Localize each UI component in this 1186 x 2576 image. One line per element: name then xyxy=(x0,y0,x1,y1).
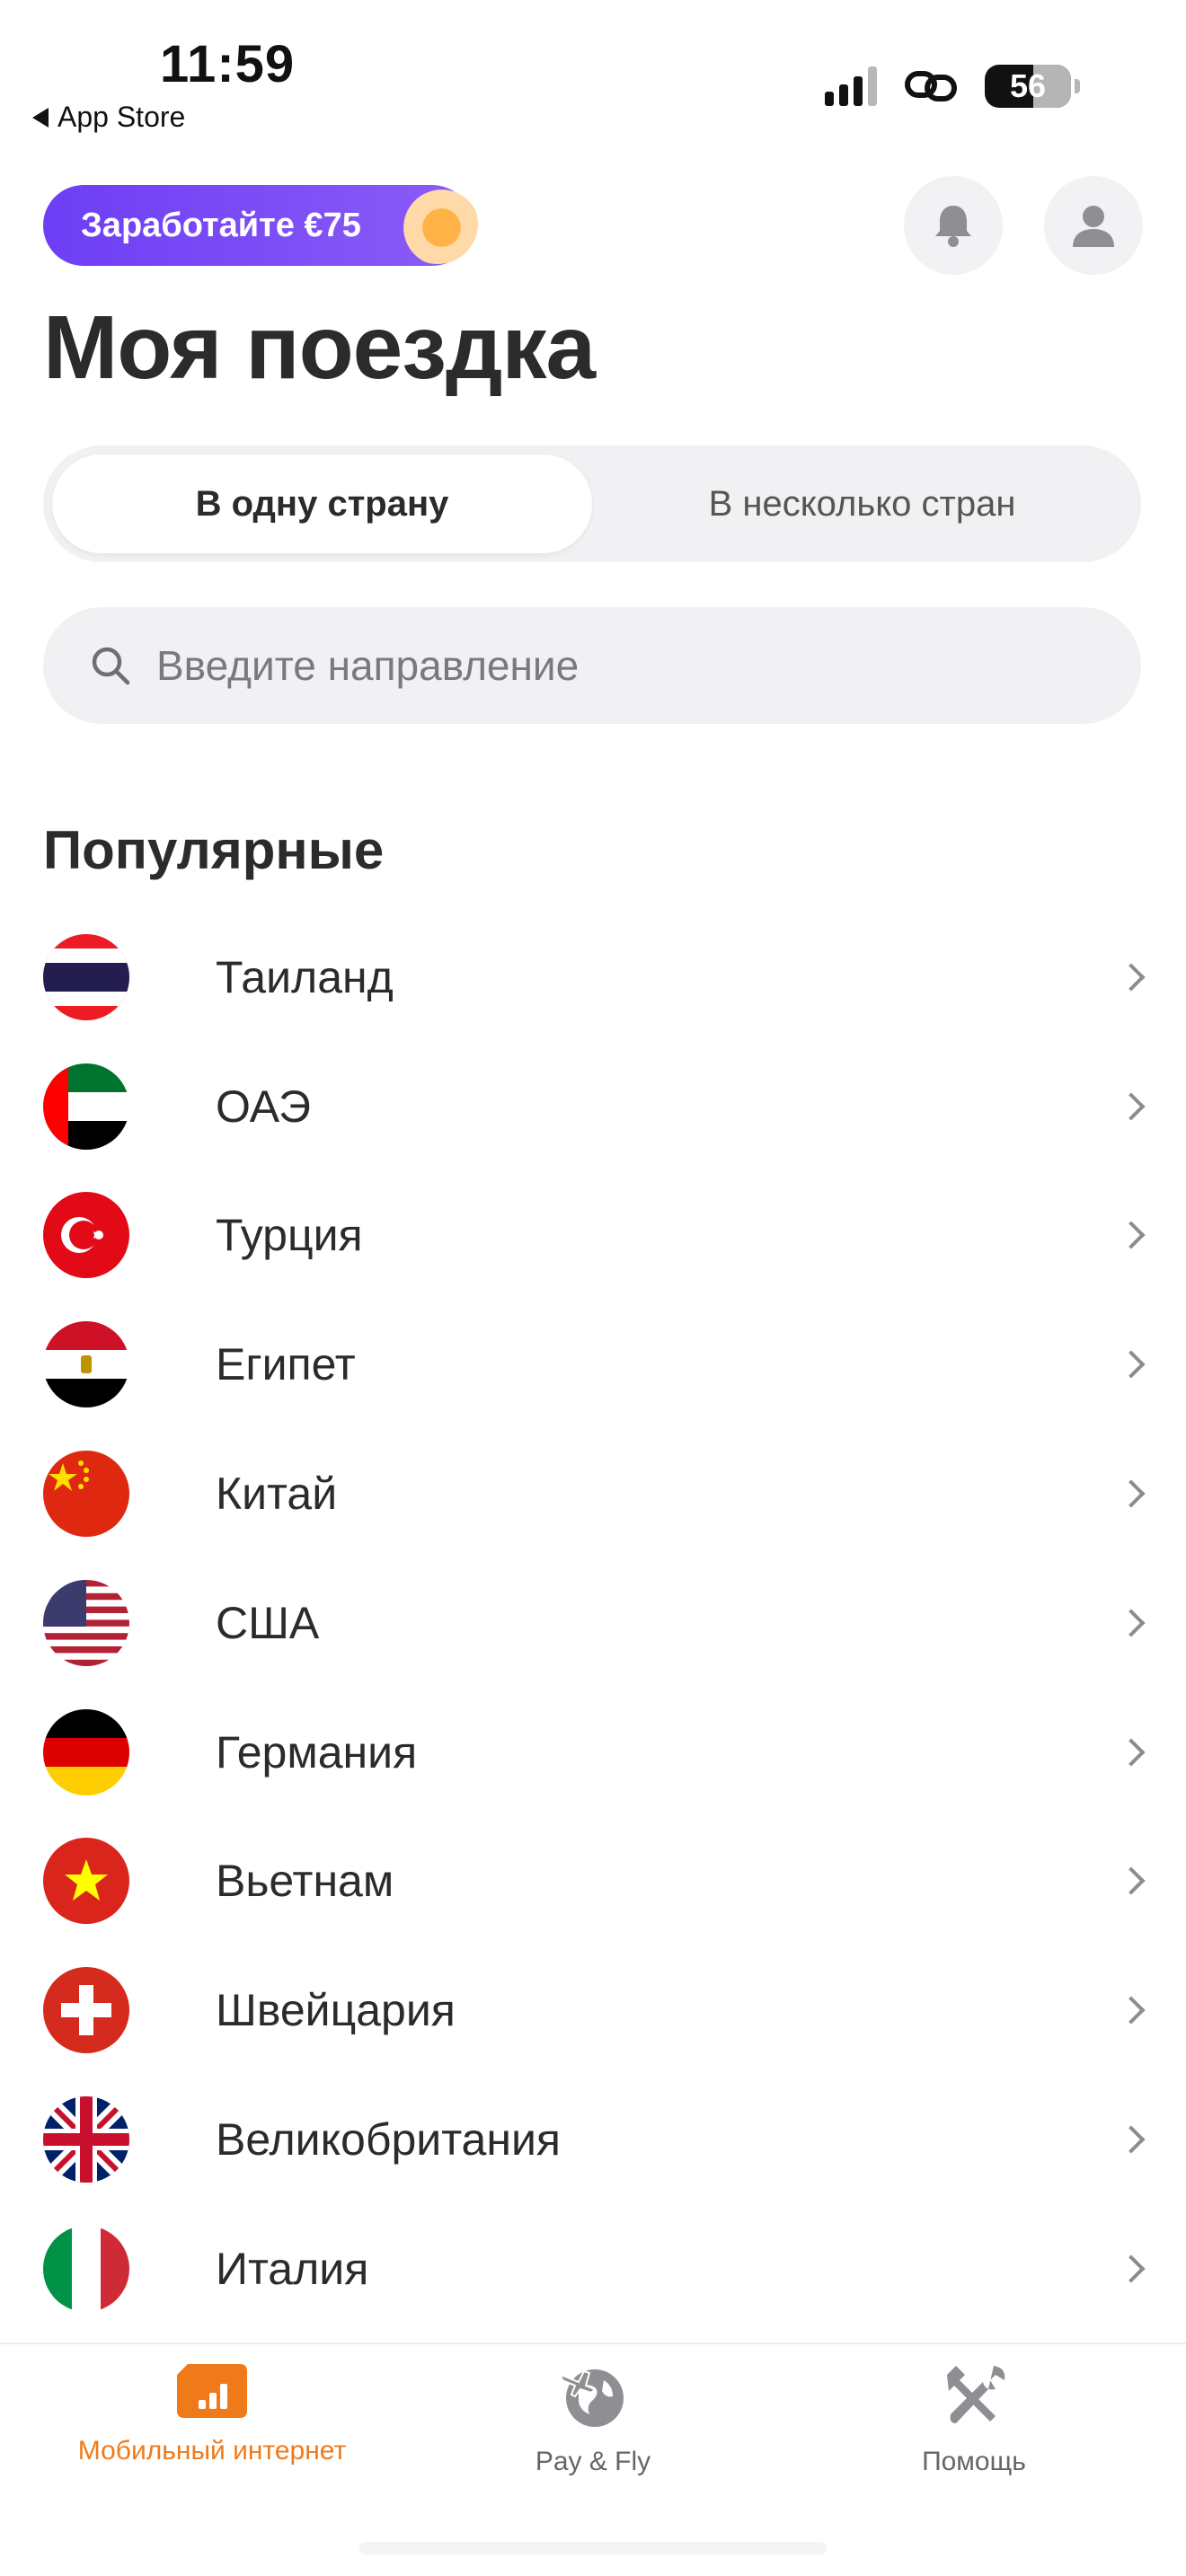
cellular-signal-icon xyxy=(825,66,877,106)
chevron-right-icon xyxy=(1117,963,1146,992)
country-row-uk[interactable]: Великобритания xyxy=(0,2075,1186,2204)
search-bar[interactable] xyxy=(43,607,1141,724)
back-to-app-store[interactable]: App Store xyxy=(32,101,185,134)
chevron-right-icon xyxy=(1117,1479,1146,1508)
usa-flag-icon xyxy=(43,1579,129,1666)
country-name: США xyxy=(216,1597,320,1648)
thailand-flag-icon xyxy=(43,933,129,1020)
segment-single-country[interactable]: В одну страну xyxy=(52,454,592,553)
uae-flag-icon xyxy=(43,1063,129,1150)
country-name: Италия xyxy=(216,2243,369,2294)
segment-multiple-countries[interactable]: В несколько стран xyxy=(592,454,1132,553)
chevron-right-icon xyxy=(1117,1092,1146,1121)
notifications-button[interactable] xyxy=(904,176,1003,275)
chevron-right-icon xyxy=(1117,1609,1146,1637)
chevron-right-icon xyxy=(1117,1866,1146,1896)
country-row-china[interactable]: Китай xyxy=(0,1429,1186,1558)
chevron-right-icon xyxy=(1117,2254,1146,2283)
turkey-flag-icon xyxy=(43,1192,129,1279)
tab-mobile-internet[interactable]: Мобильный интернет xyxy=(14,2362,410,2466)
country-name: Таиланд xyxy=(216,951,394,1002)
tools-icon xyxy=(947,2366,1005,2423)
bottom-tab-bar: Мобильный интернет Pay & Fly Помощь xyxy=(0,2342,1186,2576)
user-icon xyxy=(1073,206,1114,247)
status-indicators: 56 xyxy=(825,65,1080,108)
country-row-usa[interactable]: США xyxy=(0,1558,1186,1688)
chevron-right-icon xyxy=(1117,1996,1146,2025)
battery-level: 56 xyxy=(1009,67,1047,104)
link-icon xyxy=(905,71,957,101)
country-row-egypt[interactable]: Египет xyxy=(0,1300,1186,1429)
uk-flag-icon xyxy=(43,2096,129,2183)
profile-button[interactable] xyxy=(1044,176,1143,275)
gift-icon xyxy=(397,183,478,264)
country-row-uae[interactable]: ОАЭ xyxy=(0,1042,1186,1171)
destination-search-input[interactable] xyxy=(156,641,1055,690)
country-name: Египет xyxy=(216,1339,356,1390)
country-row-germany[interactable]: Германия xyxy=(0,1688,1186,1817)
chevron-right-icon xyxy=(1117,1350,1146,1379)
earn-promo-button[interactable]: Заработайте €75 xyxy=(43,183,478,266)
tab-label: Помощь xyxy=(922,2447,1026,2476)
country-name: Вьетнам xyxy=(216,1856,394,1907)
country-row-thailand[interactable]: Таиланд xyxy=(0,913,1186,1042)
country-name: Китай xyxy=(216,1469,338,1520)
popular-countries-list: Таиланд ОАЭ Турция Египет Китай США Герм… xyxy=(0,913,1186,2333)
tab-label: Мобильный интернет xyxy=(77,2436,347,2466)
country-row-vietnam[interactable]: Вьетнам xyxy=(0,1817,1186,1946)
country-name: Германия xyxy=(216,1726,418,1778)
country-name: Великобритания xyxy=(216,2114,561,2166)
country-name: Турция xyxy=(216,1210,363,1261)
bell-icon xyxy=(935,206,971,247)
popular-section-title: Популярные xyxy=(43,820,385,880)
back-triangle-icon xyxy=(32,107,49,128)
chevron-right-icon xyxy=(1117,1221,1146,1250)
tab-help[interactable]: Помощь xyxy=(776,2362,1172,2477)
switzerland-flag-icon xyxy=(43,1967,129,2054)
promo-label: Заработайте €75 xyxy=(81,206,361,244)
country-row-turkey[interactable]: Турция xyxy=(0,1171,1186,1301)
battery-icon: 56 xyxy=(985,65,1071,108)
country-name: ОАЭ xyxy=(216,1081,311,1132)
search-icon xyxy=(92,647,130,685)
home-indicator xyxy=(359,2542,827,2554)
china-flag-icon xyxy=(43,1451,129,1538)
egypt-flag-icon xyxy=(43,1321,129,1408)
chevron-right-icon xyxy=(1117,2125,1146,2154)
tab-label: Pay & Fly xyxy=(535,2447,651,2476)
trip-type-segmented-control: В одну страну В несколько стран xyxy=(43,446,1141,562)
country-row-switzerland[interactable]: Швейцария xyxy=(0,1945,1186,2075)
status-time: 11:59 xyxy=(160,35,296,93)
germany-flag-icon xyxy=(43,1708,129,1795)
back-app-label: App Store xyxy=(58,101,186,133)
italy-flag-icon xyxy=(43,2225,129,2312)
chevron-right-icon xyxy=(1117,1738,1146,1767)
tab-pay-and-fly[interactable]: Pay & Fly xyxy=(395,2362,791,2477)
page-title: Моя поездка xyxy=(43,297,596,398)
vietnam-flag-icon xyxy=(43,1838,129,1925)
globe-plane-icon xyxy=(559,2369,624,2427)
country-row-italy[interactable]: Италия xyxy=(0,2204,1186,2333)
cellular-data-icon xyxy=(177,2364,247,2418)
country-name: Швейцария xyxy=(216,1985,456,2036)
